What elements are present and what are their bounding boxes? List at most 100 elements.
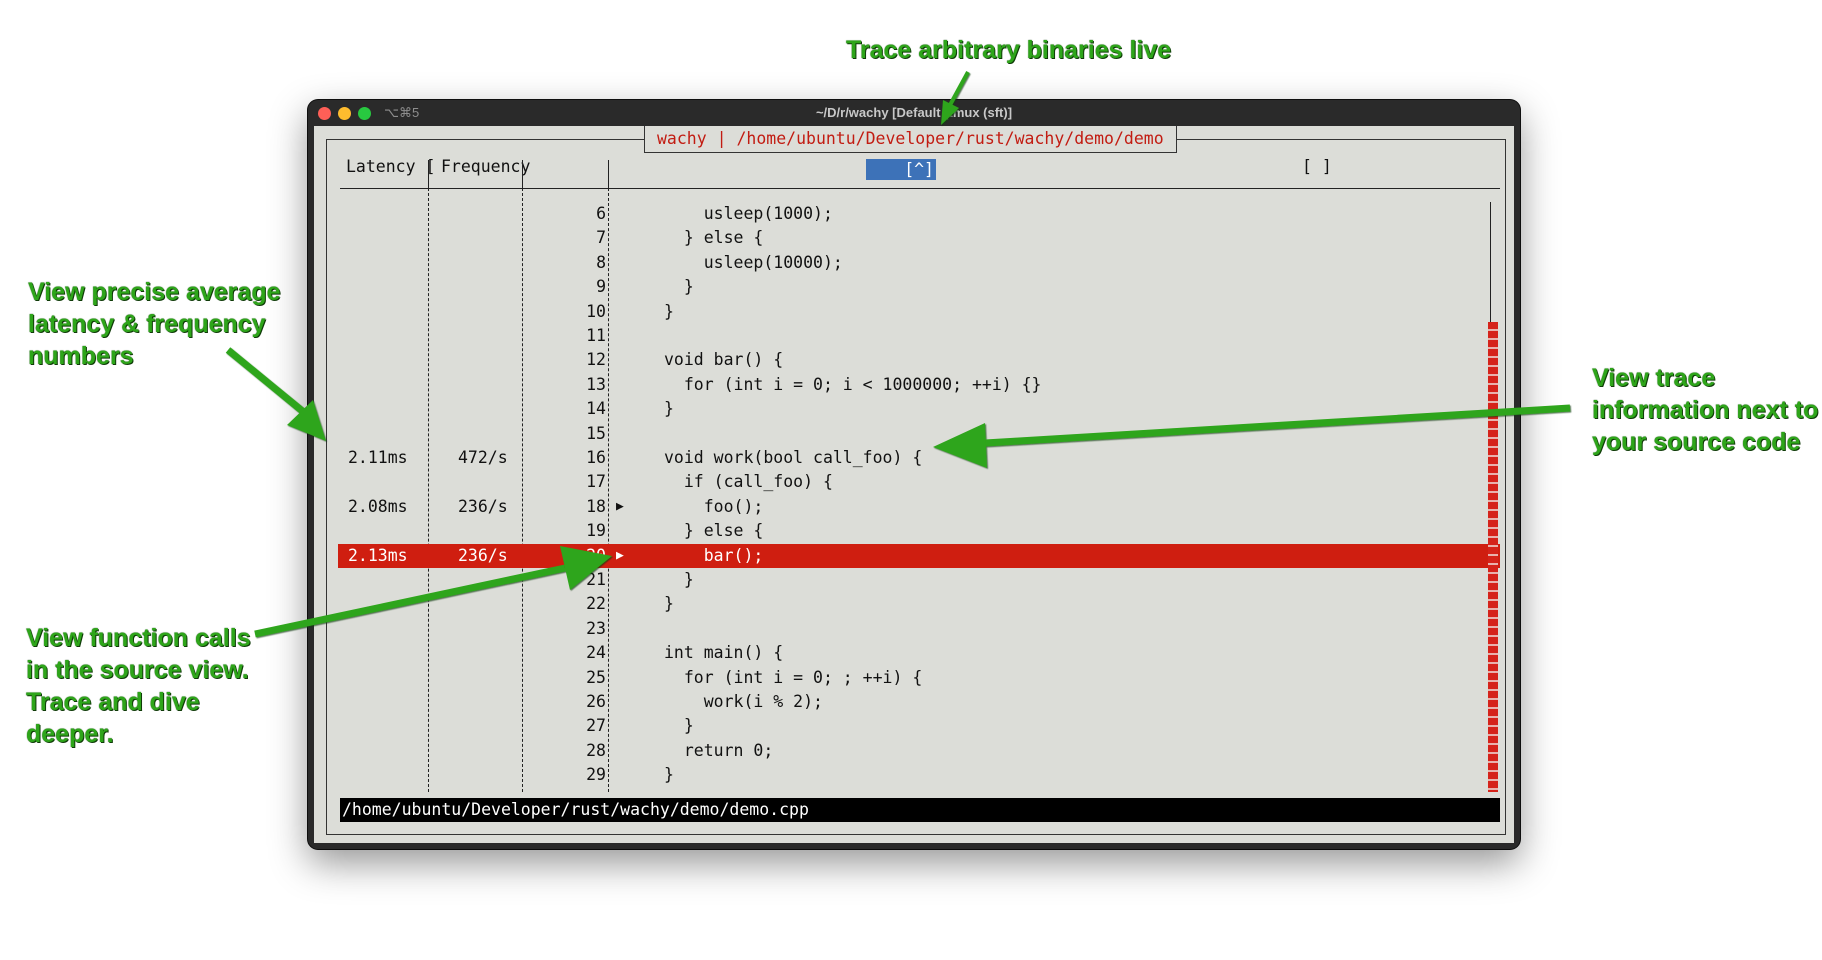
program-title: wachy | /home/ubuntu/Developer/rust/wach…	[644, 126, 1177, 153]
header-rule	[340, 188, 1500, 189]
source-code: } else {	[664, 228, 764, 248]
latency-value: 2.13ms	[348, 545, 408, 565]
line-number: 19	[586, 521, 606, 541]
line-number: 15	[586, 423, 606, 443]
source-code: int main() {	[664, 643, 784, 663]
source-line[interactable]: 2.08ms 236/s 18 ▶ foo();	[338, 495, 1500, 519]
source-line[interactable]: 25 for (int i = 0; ; ++i) {	[338, 666, 1500, 690]
source-line-selected[interactable]: 2.13ms 236/s 20 ▶ bar();	[338, 543, 1500, 568]
source-code: }	[664, 594, 674, 614]
annotation-line: latency & frequency	[28, 310, 266, 338]
source-code: work(i % 2);	[664, 692, 823, 711]
line-number: 26	[586, 692, 606, 711]
source-line[interactable]: 29}	[338, 763, 1500, 787]
line-number: 23	[586, 618, 606, 638]
annotation-line: View trace	[1592, 364, 1716, 392]
right-bracket-toggle[interactable]: [ ]	[1302, 155, 1332, 179]
line-number: 11	[586, 326, 606, 345]
source-code: usleep(1000);	[664, 204, 833, 223]
line-number: 17	[586, 472, 606, 492]
frequency-value: 472/s	[458, 448, 508, 467]
line-number: 14	[586, 399, 606, 419]
line-number: 13	[586, 374, 606, 394]
source-line[interactable]: 9 }	[338, 275, 1500, 299]
source-line[interactable]: 10}	[338, 300, 1500, 324]
source-line[interactable]: 15	[338, 422, 1500, 446]
source-line[interactable]: 8 usleep(10000);	[338, 251, 1500, 275]
window-title: ~/D/r/wachy [Default (tmux (sft)]	[815, 105, 1013, 120]
source-code: } else {	[664, 521, 764, 541]
window-titlebar[interactable]: ⌥⌘5 ~/D/r/wachy [Default (tmux (sft)]	[308, 100, 1520, 126]
search-field[interactable]: [^]	[866, 159, 936, 180]
line-number: 20	[586, 545, 606, 565]
source-code: usleep(10000);	[664, 252, 843, 272]
source-line[interactable]: 7 } else {	[338, 226, 1500, 250]
column-divider	[608, 160, 609, 188]
source-code: }	[664, 301, 674, 321]
call-marker-icon[interactable]: ▶	[616, 495, 624, 519]
source-code: foo();	[664, 496, 764, 516]
frequency-value: 236/s	[458, 496, 508, 516]
frequency-column-header: Frequency	[441, 157, 531, 176]
source-code: for (int i = 0; i < 1000000; ++i) {}	[664, 374, 1042, 394]
scrollbar-track[interactable]	[1490, 202, 1491, 322]
column-divider	[522, 160, 523, 188]
annotation-line: View precise average	[28, 278, 281, 306]
annotation-line: View function calls	[26, 624, 251, 652]
source-code: bar();	[664, 545, 764, 565]
source-line[interactable]: 13 for (int i = 0; i < 1000000; ++i) {}	[338, 373, 1500, 397]
source-line[interactable]: 19 } else {	[338, 519, 1500, 543]
frequency-value: 236/s	[458, 545, 508, 565]
annotation-latency-frequency: View precise average latency & frequency…	[28, 276, 281, 372]
line-number: 28	[586, 740, 606, 760]
source-code: }	[664, 765, 674, 785]
terminal-screen[interactable]: wachy | /home/ubuntu/Developer/rust/wach…	[314, 126, 1514, 843]
source-line[interactable]: 23	[338, 617, 1500, 641]
annotation-line: Trace and dive	[26, 688, 200, 716]
source-line[interactable]: 2.11ms 472/s 16 void work(bool call_foo) {	[338, 446, 1500, 470]
source-code: void work(bool call_foo) {	[664, 448, 923, 467]
line-number: 18	[586, 496, 606, 516]
line-number: 22	[586, 594, 606, 614]
line-number: 27	[586, 716, 606, 736]
annotation-line: your source code	[1592, 428, 1801, 456]
source-code: }	[664, 399, 674, 419]
source-code: }	[664, 570, 694, 589]
source-line[interactable]: 24 int main() {	[338, 641, 1500, 665]
scrollbar-thumb[interactable]	[1488, 322, 1498, 792]
source-line[interactable]: 17 if (call_foo) {	[338, 470, 1500, 494]
line-number: 6	[596, 204, 606, 223]
annotation-line: in the source view.	[26, 656, 249, 684]
source-line[interactable]: 28 return 0;	[338, 739, 1500, 763]
line-number: 25	[586, 667, 606, 687]
source-code: }	[664, 277, 694, 297]
source-code: for (int i = 0; ; ++i) {	[664, 667, 923, 687]
column-divider	[428, 160, 429, 188]
source-line[interactable]: 12 void bar() {	[338, 348, 1500, 372]
source-code: return 0;	[664, 740, 774, 760]
annotation-function-calls: View function calls in the source view. …	[26, 622, 251, 750]
line-number: 10	[586, 301, 606, 321]
source-line[interactable]: 14}	[338, 397, 1500, 421]
source-code: }	[664, 716, 694, 736]
line-number: 9	[596, 277, 606, 297]
source-line[interactable]: 21 }	[338, 568, 1500, 592]
latency-column-header: Latency [	[346, 157, 436, 176]
line-number: 8	[596, 252, 606, 272]
line-number: 16	[586, 448, 606, 467]
source-line[interactable]: 6 usleep(1000);	[338, 202, 1500, 226]
line-number: 7	[596, 228, 606, 248]
call-marker-icon[interactable]: ▶	[616, 544, 624, 568]
terminal-window: ⌥⌘5 ~/D/r/wachy [Default (tmux (sft)] wa…	[308, 100, 1520, 849]
source-line[interactable]: 11	[338, 324, 1500, 348]
line-number: 29	[586, 765, 606, 785]
annotation-trace-info: View trace information next to your sour…	[1592, 362, 1818, 458]
annotation-line: deeper.	[26, 720, 114, 748]
source-line[interactable]: 22}	[338, 592, 1500, 616]
file-path-bar: /home/ubuntu/Developer/rust/wachy/demo/d…	[340, 798, 1500, 822]
latency-value: 2.08ms	[348, 496, 408, 516]
source-line[interactable]: 26 work(i % 2);	[338, 690, 1500, 714]
line-number: 21	[586, 570, 606, 589]
source-code: if (call_foo) {	[664, 472, 833, 492]
source-line[interactable]: 27 }	[338, 714, 1500, 738]
